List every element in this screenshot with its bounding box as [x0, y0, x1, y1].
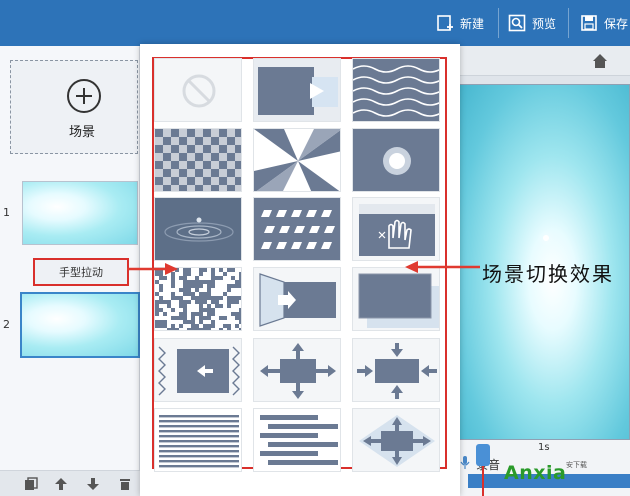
ripple-icon [155, 198, 241, 260]
transition-tile[interactable] [154, 197, 242, 261]
transition-tile[interactable] [154, 128, 242, 192]
horizontal-lines-icon [155, 409, 241, 471]
move-down-icon[interactable] [84, 475, 102, 493]
move-up-icon[interactable] [52, 475, 70, 493]
interlaced-bars-icon [254, 409, 340, 471]
none-icon [182, 74, 216, 108]
arrow-right-icon [127, 263, 178, 275]
toolbar-divider [498, 8, 499, 38]
transition-label-button[interactable]: 手型拉动 [33, 258, 129, 286]
arrow-left-icon [405, 261, 480, 273]
preview-label: 预览 [532, 16, 557, 31]
push-right-icon [254, 59, 340, 121]
new-button[interactable]: 新建 [436, 0, 484, 46]
add-scene-button[interactable]: 场景 [10, 60, 138, 154]
copy-icon[interactable] [22, 475, 40, 493]
pinwheel-icon [254, 129, 340, 191]
diamond-expand-icon [353, 409, 439, 471]
transition-tile[interactable] [352, 408, 440, 472]
dots-grid-icon [254, 198, 340, 260]
timeline-tick: 1s [538, 442, 550, 453]
watermark-brand: Anxia [504, 462, 567, 484]
transition-tile[interactable] [352, 58, 440, 122]
wave-icon [353, 59, 439, 121]
contract-arrows-icon [353, 339, 439, 401]
door-push-icon [254, 268, 340, 330]
transition-callout: 场景切换效果 [482, 262, 614, 286]
scene-tools [0, 470, 140, 496]
scene-number: 2 [3, 318, 10, 331]
save-label: 保存 [604, 16, 629, 31]
transition-tile[interactable] [253, 58, 341, 122]
transition-tile[interactable] [352, 197, 440, 261]
scene-number: 1 [3, 206, 10, 219]
microphone-icon [460, 456, 470, 469]
transition-tile[interactable] [253, 197, 341, 261]
new-label: 新建 [460, 16, 485, 31]
plus-circle-icon [67, 79, 101, 113]
add-scene-label: 场景 [69, 125, 96, 140]
save-icon [581, 15, 597, 31]
scene-thumbnail-2[interactable] [20, 292, 140, 358]
expand-arrows-icon [254, 339, 340, 401]
preview-icon [508, 14, 526, 32]
transition-tile[interactable] [352, 338, 440, 402]
delete-icon[interactable] [116, 475, 134, 493]
transition-tile[interactable] [154, 408, 242, 472]
playhead-handle[interactable] [476, 444, 490, 466]
dissolve-icon [155, 268, 241, 330]
transition-tile[interactable] [154, 267, 242, 331]
hand-drag-icon [353, 198, 439, 260]
zigzag-push-left-icon [155, 339, 241, 401]
transition-tile[interactable] [154, 338, 242, 402]
transition-tile[interactable] [253, 408, 341, 472]
scene-thumbnail-1[interactable] [22, 181, 138, 245]
canvas-toolbar [458, 46, 630, 76]
overlap-slide-icon [353, 268, 439, 330]
save-button[interactable]: 保存 [580, 0, 628, 46]
watermark-sub: 安下载 [566, 461, 587, 469]
transition-tile[interactable] [352, 267, 440, 331]
checkerboard-icon [155, 129, 241, 191]
toolbar-divider [568, 8, 569, 38]
sparkle-icon [543, 235, 549, 241]
transition-tile[interactable] [253, 338, 341, 402]
playhead-line [482, 466, 484, 496]
transition-tile[interactable] [352, 128, 440, 192]
home-icon[interactable] [592, 53, 608, 73]
transition-tile[interactable] [154, 58, 242, 122]
transition-tile[interactable] [253, 128, 341, 192]
preview-button[interactable]: 预览 [508, 0, 556, 46]
circle-reveal-icon [353, 129, 439, 191]
transition-tile[interactable] [253, 267, 341, 331]
new-file-icon [437, 15, 453, 31]
top-toolbar: 新建 预览 保存 [0, 0, 630, 46]
